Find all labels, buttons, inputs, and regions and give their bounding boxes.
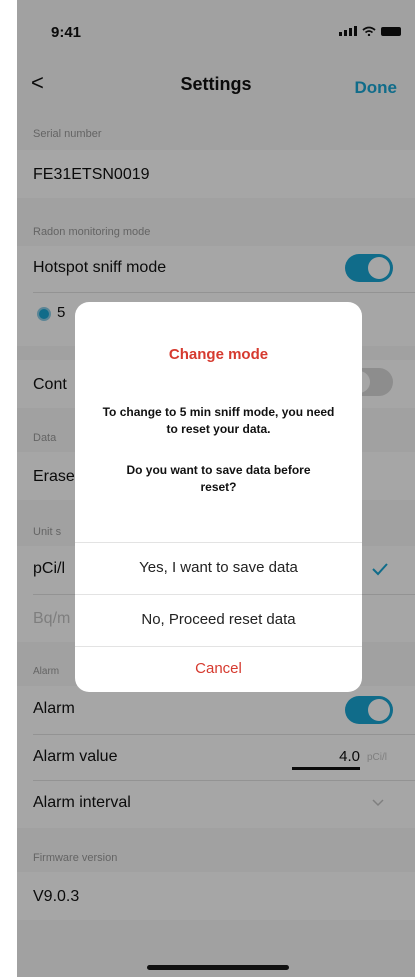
dialog-message-reset: To change to 5 min sniff mode, you need … [102,405,335,436]
cancel-button[interactable]: Cancel [75,646,362,692]
phone-screen: 9:41 < Settings Done Serial number FE31E… [17,0,415,977]
dialog-title: Change mode [168,346,269,363]
save-data-button[interactable]: Yes, I want to save data [75,542,362,593]
home-indicator[interactable] [147,965,289,970]
dialog-message-save: Do you want to save data before reset? [126,463,311,494]
change-mode-dialog: Change mode To change to 5 min sniff mod… [75,302,362,692]
proceed-reset-button[interactable]: No, Proceed reset data [75,594,362,645]
